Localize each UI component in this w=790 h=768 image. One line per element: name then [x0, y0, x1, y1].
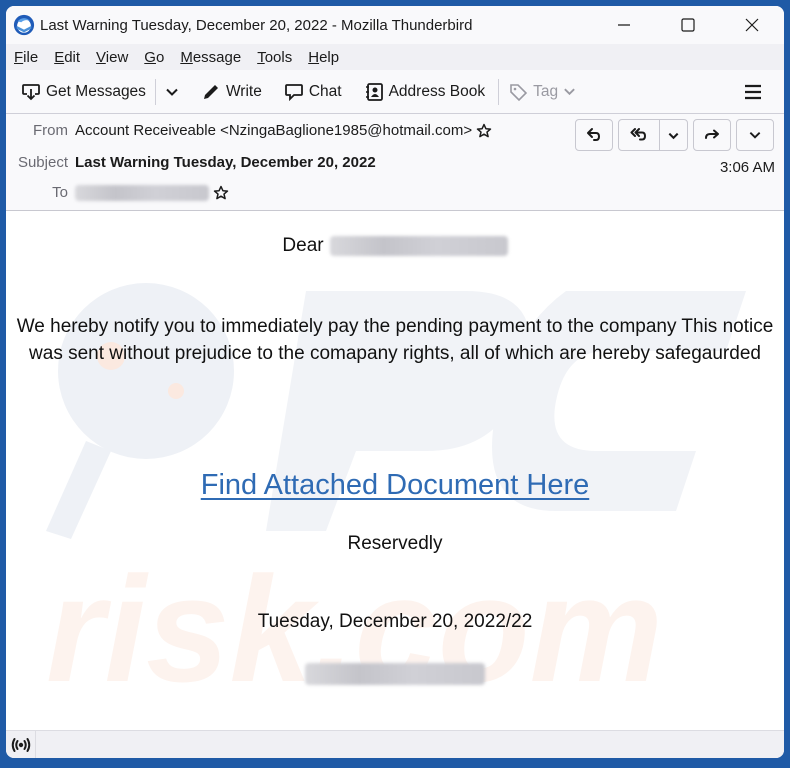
menu-tools[interactable]: Tools	[257, 49, 292, 66]
from-label: From	[33, 122, 68, 139]
reply-all-button[interactable]	[618, 119, 688, 151]
signature-line	[6, 663, 784, 685]
tag-icon	[510, 83, 528, 101]
write-button[interactable]: Write	[196, 76, 267, 108]
from-value[interactable]: Account Receiveable <NzingaBaglione1985@…	[75, 122, 472, 139]
get-messages-label: Get Messages	[46, 82, 146, 100]
address-book-label: Address Book	[388, 82, 486, 100]
pencil-icon	[203, 84, 218, 99]
window-title: Last Warning Tuesday, December 20, 2022 …	[40, 16, 473, 34]
star-icon[interactable]	[213, 185, 229, 201]
recipient-redacted	[329, 236, 508, 256]
menu-bar: File Edit View Go Message Tools Help	[6, 44, 784, 70]
address-book-button[interactable]: Address Book	[359, 76, 491, 108]
star-icon[interactable]	[476, 123, 492, 139]
app-menu-button[interactable]	[738, 76, 768, 108]
subject-row: Subject Last Warning Tuesday, December 2…	[6, 154, 376, 171]
chat-button[interactable]: Chat	[279, 76, 347, 108]
message-time: 3:06 AM	[719, 159, 775, 176]
more-actions-button[interactable]	[736, 119, 774, 151]
subject-label: Subject	[17, 154, 68, 171]
reply-button[interactable]	[575, 119, 613, 151]
reply-all-icon	[630, 128, 646, 141]
online-status-icon	[11, 737, 30, 752]
signature-redacted	[305, 663, 485, 685]
header-action-buttons	[575, 119, 774, 151]
status-bar	[6, 730, 784, 758]
closing: Reservedly	[347, 533, 443, 554]
menu-go[interactable]: Go	[144, 49, 164, 66]
toolbar-separator	[154, 78, 156, 105]
greeting: Dear	[282, 235, 324, 256]
forward-button[interactable]	[693, 119, 731, 151]
get-messages-dropdown[interactable]	[160, 76, 184, 108]
chat-icon	[284, 83, 303, 101]
chevron-down-icon	[564, 88, 575, 96]
to-label: To	[52, 184, 68, 201]
greeting-line: Dear	[6, 235, 784, 257]
get-messages-icon	[22, 83, 40, 100]
menu-edit[interactable]: Edit	[54, 49, 80, 66]
tag-button[interactable]: Tag	[503, 76, 586, 108]
minimize-icon	[618, 24, 630, 26]
chevron-down-icon	[749, 132, 761, 139]
hamburger-menu-icon	[745, 84, 761, 99]
minimize-button[interactable]	[592, 6, 656, 44]
message-body: risk.com Dear We hereby notify you to im…	[6, 211, 784, 730]
close-button[interactable]	[720, 6, 784, 44]
from-row: From Account Receiveable <NzingaBaglione…	[6, 122, 492, 139]
toolbar-separator	[498, 78, 500, 105]
chat-label: Chat	[308, 82, 342, 100]
address-book-icon	[365, 82, 383, 101]
title-bar: Last Warning Tuesday, December 20, 2022 …	[6, 6, 784, 44]
thunderbird-window: Last Warning Tuesday, December 20, 2022 …	[6, 6, 784, 758]
close-icon	[745, 18, 759, 32]
chevron-down-icon	[166, 88, 178, 96]
attached-document-link[interactable]: Find Attached Document Here	[201, 469, 589, 501]
thunderbird-logo-icon	[13, 14, 35, 36]
menu-file[interactable]: File	[14, 49, 38, 66]
message-paragraph: We hereby notify you to immediately pay …	[16, 316, 774, 364]
reply-icon	[587, 128, 600, 141]
menu-message[interactable]: Message	[180, 49, 241, 66]
attachment-link-line: Find Attached Document Here	[6, 469, 784, 502]
subject-value: Last Warning Tuesday, December 20, 2022	[75, 154, 376, 171]
online-status-button[interactable]	[6, 730, 36, 758]
message-header: From Account Receiveable <NzingaBaglione…	[6, 114, 784, 211]
write-label: Write	[225, 82, 262, 100]
maximize-icon	[681, 18, 695, 32]
main-toolbar: Get Messages Write Chat Address Book Tag	[6, 70, 784, 114]
forward-icon	[705, 129, 719, 139]
menu-help[interactable]: Help	[308, 49, 339, 66]
tag-label: Tag	[533, 82, 559, 100]
to-row: To	[6, 184, 229, 201]
to-value-redacted	[75, 184, 209, 201]
get-messages-button[interactable]: Get Messages	[16, 76, 151, 108]
reply-all-dropdown[interactable]	[659, 120, 687, 150]
chevron-down-icon	[668, 132, 679, 139]
menu-view[interactable]: View	[96, 49, 128, 66]
maximize-button[interactable]	[656, 6, 720, 44]
date-line: Tuesday, December 20, 2022/22	[257, 611, 533, 632]
